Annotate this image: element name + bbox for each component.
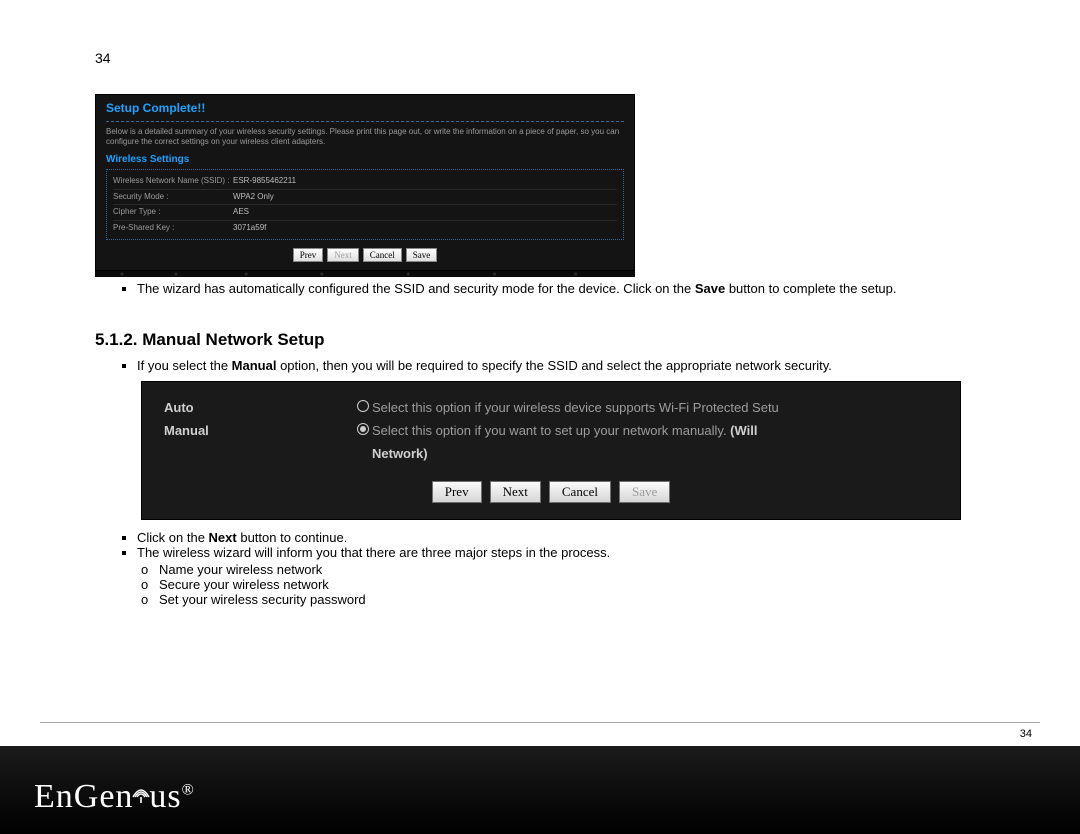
settings-value: ESR-9855462211 bbox=[233, 176, 296, 186]
torn-edge-decoration bbox=[95, 271, 635, 277]
choice-row-manual-cont: Network) bbox=[142, 442, 960, 465]
settings-value: WPA2 Only bbox=[233, 192, 274, 202]
page-footer: 34 EnGen us® bbox=[0, 742, 1080, 834]
settings-key: Wireless Network Name (SSID) : bbox=[113, 176, 233, 186]
choice-label-manual: Manual bbox=[164, 423, 354, 438]
setup-complete-button-row: Prev Next Cancel Save bbox=[106, 248, 624, 262]
settings-value: 3071a59f bbox=[233, 223, 266, 233]
settings-row-cipher: Cipher Type : AES bbox=[113, 205, 617, 220]
setup-complete-title: Setup Complete!! bbox=[106, 101, 624, 122]
wireless-settings-box: Wireless Network Name (SSID) : ESR-98554… bbox=[106, 169, 624, 240]
wifi-wave-icon bbox=[131, 774, 151, 812]
settings-row-ssid: Wireless Network Name (SSID) : ESR-98554… bbox=[113, 174, 617, 189]
next-button: Next bbox=[327, 248, 359, 262]
bullet-click-next: Click on the Next button to continue. bbox=[137, 530, 985, 545]
setup-complete-panel: Setup Complete!! Below is a detailed sum… bbox=[95, 94, 635, 271]
bullet-text: button to complete the setup. bbox=[725, 281, 896, 296]
bullet-bold: Next bbox=[209, 530, 237, 545]
radio-icon bbox=[357, 423, 369, 435]
cancel-button[interactable]: Cancel bbox=[363, 248, 402, 262]
bullet-text: option, then you will be required to spe… bbox=[276, 358, 831, 373]
bullet-bold: Save bbox=[695, 281, 725, 296]
cancel-button[interactable]: Cancel bbox=[549, 481, 611, 503]
desc-bold: (Will bbox=[730, 423, 757, 438]
prev-button[interactable]: Prev bbox=[432, 481, 482, 503]
sub-step: Secure your wireless network bbox=[141, 577, 985, 592]
engenius-logo: EnGen us® bbox=[34, 778, 195, 816]
save-button[interactable]: Save bbox=[406, 248, 438, 262]
sub-step: Set your wireless security password bbox=[141, 592, 985, 607]
registered-icon: ® bbox=[182, 782, 195, 799]
choice-button-row: Prev Next Cancel Save bbox=[142, 481, 960, 503]
bullet-text: Click on the bbox=[137, 530, 209, 545]
wireless-mode-panel: Auto Select this option if your wireless… bbox=[141, 381, 961, 520]
settings-key: Pre-Shared Key : bbox=[113, 223, 233, 233]
bullet-bold: Manual bbox=[232, 358, 277, 373]
save-button: Save bbox=[619, 481, 670, 503]
bullet-text: If you select the bbox=[137, 358, 232, 373]
choice-desc-auto: Select this option if your wireless devi… bbox=[372, 400, 938, 415]
sub-step: Name your wireless network bbox=[141, 562, 985, 577]
bullet-wizard-auto: The wizard has automatically configured … bbox=[137, 281, 985, 296]
bullet-three-steps: The wireless wizard will inform you that… bbox=[137, 545, 985, 560]
settings-row-security-mode: Security Mode : WPA2 Only bbox=[113, 190, 617, 205]
choice-desc-manual: Select this option if you want to set up… bbox=[372, 423, 938, 438]
section-heading: 5.1.2. Manual Network Setup bbox=[95, 330, 985, 350]
page-number-top: 34 bbox=[95, 50, 985, 66]
footer-page-number: 34 bbox=[1020, 728, 1032, 740]
next-button[interactable]: Next bbox=[490, 481, 541, 503]
desc-bold: Network) bbox=[372, 446, 428, 461]
radio-icon bbox=[357, 400, 369, 412]
settings-value: AES bbox=[233, 207, 249, 217]
settings-key: Security Mode : bbox=[113, 192, 233, 202]
bullet-text: button to continue. bbox=[237, 530, 348, 545]
footer-rule bbox=[40, 722, 1040, 723]
desc-text: Select this option if you want to set up… bbox=[372, 423, 730, 438]
choice-row-auto: Auto Select this option if your wireless… bbox=[142, 396, 960, 419]
wireless-settings-heading: Wireless Settings bbox=[106, 153, 624, 166]
choice-desc-manual-cont: Network) bbox=[372, 446, 938, 461]
prev-button[interactable]: Prev bbox=[293, 248, 324, 262]
radio-auto[interactable] bbox=[354, 400, 372, 415]
radio-manual[interactable] bbox=[354, 423, 372, 438]
sub-step-list: Name your wireless network Secure your w… bbox=[95, 562, 985, 607]
setup-complete-intro: Below is a detailed summary of your wire… bbox=[106, 127, 624, 148]
settings-key: Cipher Type : bbox=[113, 207, 233, 217]
settings-row-psk: Pre-Shared Key : 3071a59f bbox=[113, 221, 617, 235]
choice-label-auto: Auto bbox=[164, 400, 354, 415]
bullet-manual-option: If you select the Manual option, then yo… bbox=[137, 358, 985, 373]
choice-row-manual: Manual Select this option if you want to… bbox=[142, 419, 960, 442]
bullet-text: The wizard has automatically configured … bbox=[137, 281, 695, 296]
